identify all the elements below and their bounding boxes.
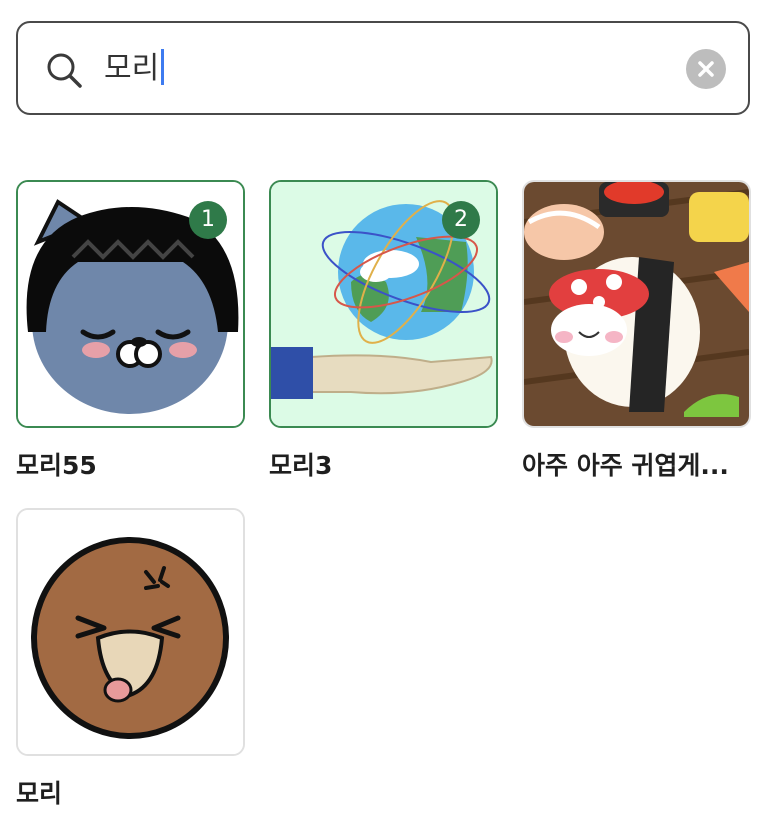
sticker-thumbnail[interactable] <box>522 180 751 428</box>
sticker-thumbnail[interactable]: 2 <box>269 180 498 428</box>
selection-badge: 1 <box>189 201 227 239</box>
search-icon <box>47 53 82 88</box>
search-query-text: 모리 <box>104 51 160 86</box>
clear-search-button[interactable] <box>686 49 726 89</box>
result-item[interactable]: 1 모리55 <box>16 180 245 482</box>
sushi-character-sticker-image <box>524 182 749 426</box>
result-item[interactable]: 2 모리3 <box>269 180 498 482</box>
search-input[interactable]: 모리 <box>104 49 165 89</box>
selection-badge: 2 <box>442 201 480 239</box>
sticker-thumbnail[interactable]: 1 <box>16 180 245 428</box>
result-title: 아주 아주 귀엽게... <box>522 451 729 480</box>
result-title: 모리 <box>16 779 63 808</box>
text-caret <box>161 49 165 85</box>
result-item[interactable]: 아주 아주 귀엽게... <box>522 180 751 482</box>
result-item[interactable]: 모리 <box>16 508 245 810</box>
search-bar[interactable]: 모리 <box>16 21 750 115</box>
result-title: 모리3 <box>269 451 333 480</box>
angry-brown-ball-sticker-image <box>18 510 243 754</box>
clear-icon <box>698 61 714 77</box>
result-title: 모리55 <box>16 451 97 480</box>
sticker-thumbnail[interactable] <box>16 508 245 756</box>
